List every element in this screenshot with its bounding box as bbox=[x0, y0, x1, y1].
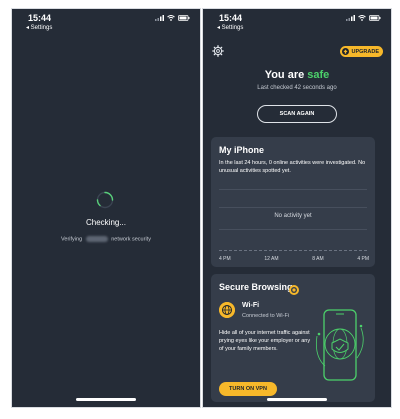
verifying-text: Verifying network security bbox=[12, 236, 200, 242]
title-status-safe: safe bbox=[307, 69, 330, 81]
loading-spinner-icon bbox=[96, 191, 114, 209]
secure-browsing-card: Secure Browsing Wi-Fi Connected to Wi-Fi… bbox=[211, 274, 375, 402]
chart-gridline bbox=[219, 189, 367, 190]
verifying-suffix: network security bbox=[111, 236, 151, 243]
verifying-prefix: Verifying bbox=[61, 236, 83, 243]
my-iphone-title: My iPhone bbox=[219, 145, 265, 155]
home-indicator[interactable] bbox=[76, 398, 136, 401]
phone-shield-illustration-icon bbox=[315, 309, 364, 381]
chart-gridline bbox=[219, 207, 367, 208]
axis-label: 4 PM bbox=[357, 256, 369, 262]
safe-screen: 15:44 ◂ Settings UPGRADE You are safe La… bbox=[202, 8, 392, 408]
checking-screen: 15:44 ◂ Settings Checking... Verifying n… bbox=[11, 8, 201, 408]
secure-browsing-description: Hide all of your internet traffic agains… bbox=[219, 330, 311, 352]
my-iphone-description: In the last 24 hours, 0 online activitie… bbox=[219, 160, 366, 174]
status-time: 15:44 bbox=[219, 13, 243, 23]
axis-label: 8 AM bbox=[312, 256, 324, 262]
last-checked-text: Last checked 42 seconds ago bbox=[257, 85, 337, 91]
signal-icon bbox=[346, 15, 355, 21]
secure-browsing-title: Secure Browsing bbox=[219, 282, 293, 292]
status-bar: 15:44 ◂ Settings bbox=[12, 9, 200, 41]
wifi-status-icon bbox=[167, 15, 175, 21]
time-axis: 4 PM 12 AM 8 AM 4 PM bbox=[219, 256, 369, 262]
wifi-globe-icon bbox=[219, 302, 235, 318]
redacted-network-name bbox=[85, 236, 108, 242]
safety-status-title: You are safe bbox=[203, 69, 391, 81]
status-icons bbox=[346, 15, 381, 21]
home-indicator[interactable] bbox=[267, 398, 327, 401]
wifi-connection-status: Connected to Wi-Fi bbox=[242, 313, 290, 319]
axis-label: 12 AM bbox=[264, 256, 279, 262]
status-bar: 15:44 ◂ Settings bbox=[203, 9, 391, 41]
status-time: 15:44 bbox=[28, 13, 52, 23]
scan-again-button[interactable]: SCAN AGAIN bbox=[257, 105, 337, 123]
back-to-settings-link[interactable]: ◂ Settings bbox=[217, 24, 243, 31]
secure-browsing-lock-icon bbox=[289, 285, 299, 295]
signal-icon bbox=[155, 15, 164, 21]
wifi-title: Wi-Fi bbox=[242, 302, 260, 309]
back-to-settings-link[interactable]: ◂ Settings bbox=[26, 24, 52, 31]
settings-gear-icon[interactable] bbox=[212, 45, 224, 57]
upgrade-button[interactable]: UPGRADE bbox=[340, 46, 383, 57]
wifi-status-icon bbox=[358, 15, 366, 21]
my-iphone-card[interactable]: My iPhone In the last 24 hours, 0 online… bbox=[211, 137, 375, 267]
upgrade-arrow-icon bbox=[342, 48, 350, 55]
no-activity-label: No activity yet bbox=[274, 213, 312, 219]
turn-on-vpn-button[interactable]: TURN ON VPN bbox=[219, 382, 277, 396]
status-icons bbox=[155, 15, 190, 21]
title-prefix: You are bbox=[264, 69, 308, 81]
chart-baseline bbox=[219, 250, 367, 251]
checking-label: Checking... bbox=[85, 218, 127, 227]
axis-label: 4 PM bbox=[219, 256, 231, 262]
battery-icon bbox=[369, 15, 381, 21]
chart-gridline bbox=[219, 229, 367, 230]
upgrade-label: UPGRADE bbox=[351, 48, 379, 55]
battery-icon bbox=[178, 15, 190, 21]
